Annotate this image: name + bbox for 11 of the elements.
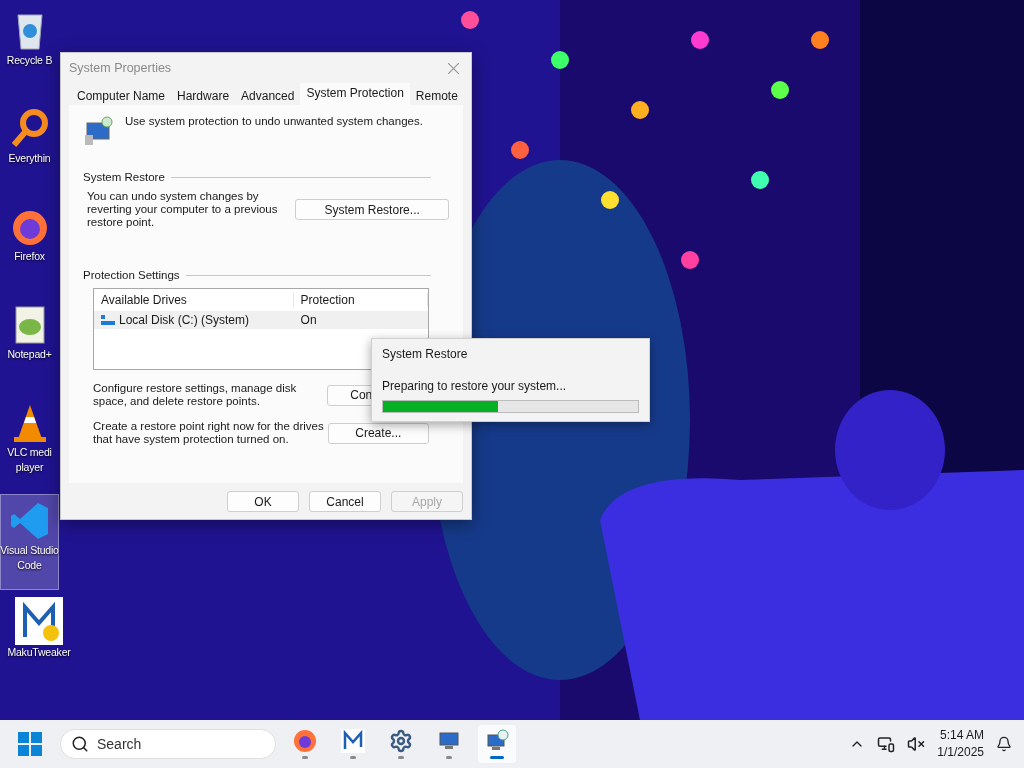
configure-description: Configure restore settings, manage disk space, and delete restore points.: [93, 382, 298, 408]
description-text: Use system protection to undo unwanted system changes.: [125, 115, 423, 128]
window-title: System Properties: [69, 61, 172, 75]
restore-description: You can undo system changes by reverting your computer to a previous restore point.: [87, 190, 279, 229]
progress-message: Preparing to restore your system...: [382, 379, 568, 393]
section-heading: Protection Settings: [83, 269, 180, 282]
dialog-title: System Restore: [382, 347, 469, 361]
section-heading: System Restore: [83, 171, 165, 184]
protection-status: On: [300, 313, 317, 327]
drive-name: Local Disk (C:) (System): [119, 313, 249, 327]
create-description: Create a restore point right now for the drives that have system protection turned on.: [93, 420, 325, 446]
